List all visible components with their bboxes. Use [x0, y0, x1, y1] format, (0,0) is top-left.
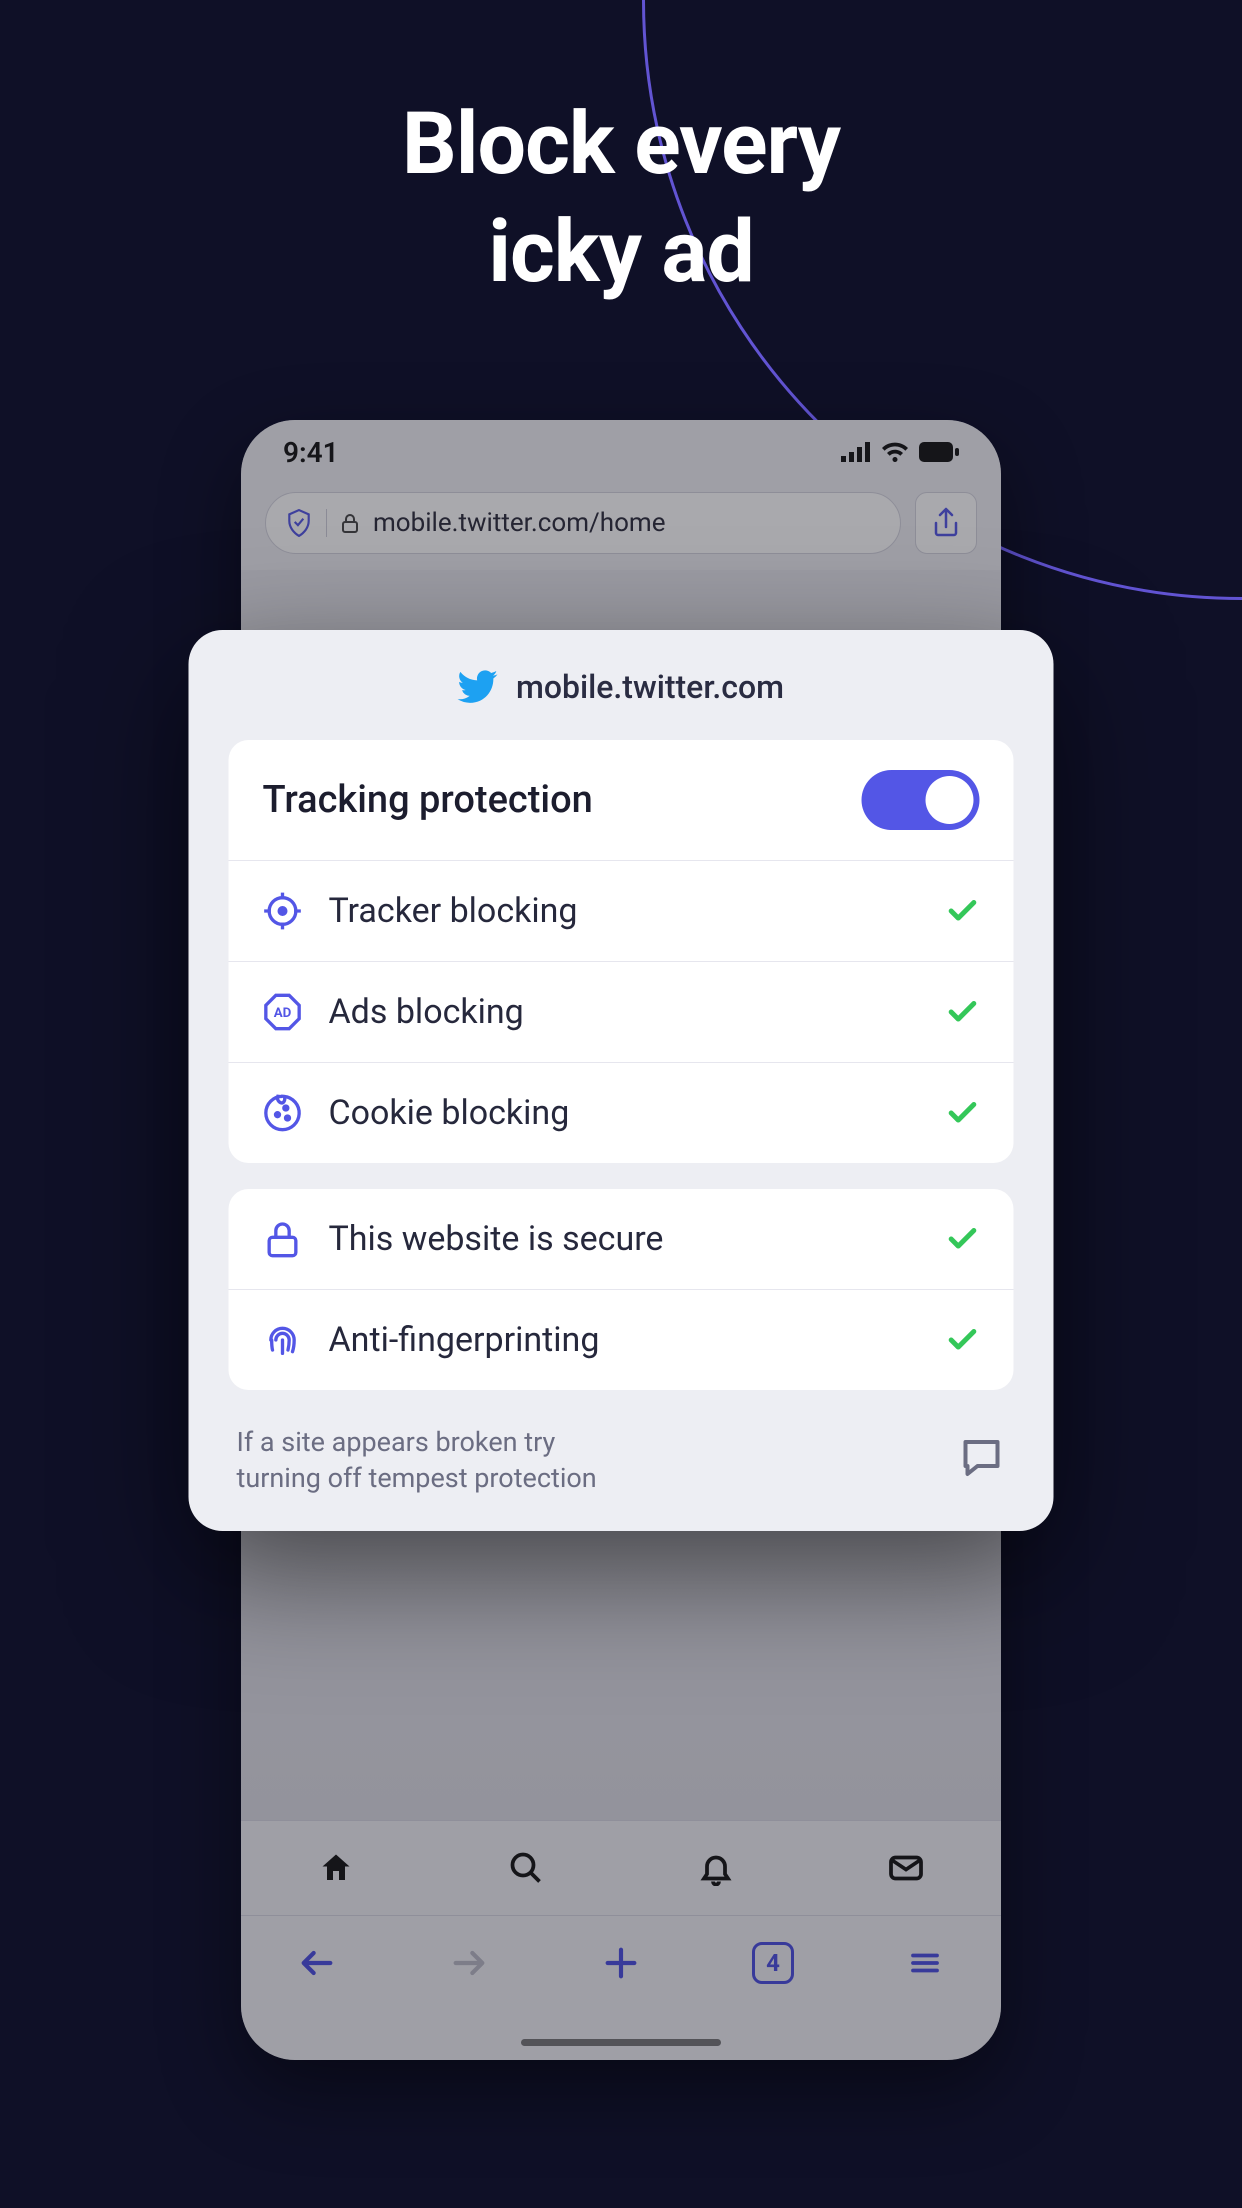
home-tab[interactable]: [312, 1844, 360, 1892]
anti-fingerprinting-label: Anti-fingerprinting: [329, 1320, 920, 1360]
shield-check-icon: [286, 509, 312, 537]
notifications-tab[interactable]: [692, 1844, 740, 1892]
promo-headline: Block every icky ad: [0, 90, 1242, 305]
protection-panel: mobile.twitter.com Tracking protection T…: [189, 630, 1054, 1531]
panel-footer: If a site appears broken try turning off…: [229, 1416, 1014, 1497]
new-tab-button[interactable]: [597, 1939, 645, 1987]
tabs-button[interactable]: 4: [749, 1939, 797, 1987]
check-icon: [946, 1096, 980, 1130]
secure-site-row[interactable]: This website is secure: [229, 1189, 1014, 1289]
ad-icon: AD: [263, 992, 303, 1032]
messages-tab[interactable]: [882, 1844, 930, 1892]
mail-icon: [888, 1850, 924, 1886]
target-icon: [263, 891, 303, 931]
tracking-protection-row: Tracking protection: [229, 740, 1014, 860]
protection-card-1: Tracking protection Tracker blocking AD …: [229, 740, 1014, 1163]
chat-icon: [958, 1434, 1006, 1482]
check-icon: [946, 1323, 980, 1357]
feedback-button[interactable]: [958, 1434, 1006, 1486]
forward-button[interactable]: [445, 1939, 493, 1987]
tracking-protection-toggle[interactable]: [862, 770, 980, 830]
url-text: mobile.twitter.com/home: [373, 508, 666, 538]
arrow-right-icon: [449, 1943, 489, 1983]
cookie-icon: [263, 1093, 303, 1133]
panel-header: mobile.twitter.com: [229, 668, 1014, 706]
status-bar: 9:41: [241, 420, 1001, 484]
panel-site-label: mobile.twitter.com: [516, 668, 784, 706]
plus-icon: [601, 1943, 641, 1983]
cookie-blocking-label: Cookie blocking: [329, 1093, 920, 1133]
hamburger-icon: [907, 1945, 943, 1981]
arrow-left-icon: [297, 1943, 337, 1983]
browser-toolbar: 4: [241, 1915, 1001, 2010]
home-indicator: [521, 2039, 721, 2046]
battery-icon: [919, 442, 959, 462]
tracker-blocking-row[interactable]: Tracker blocking: [229, 860, 1014, 961]
tracker-blocking-label: Tracker blocking: [329, 891, 920, 931]
protection-card-2: This website is secure Anti-fingerprinti…: [229, 1189, 1014, 1390]
tracking-protection-label: Tracking protection: [263, 778, 836, 822]
wifi-icon: [881, 442, 909, 462]
svg-text:AD: AD: [274, 1006, 292, 1021]
check-icon: [946, 894, 980, 928]
bell-icon: [698, 1850, 734, 1886]
anti-fingerprinting-row[interactable]: Anti-fingerprinting: [229, 1289, 1014, 1390]
share-button[interactable]: [915, 492, 977, 554]
cellular-icon: [841, 442, 871, 462]
url-bar-row: mobile.twitter.com/home: [241, 484, 1001, 570]
status-time: 9:41: [283, 436, 339, 469]
lock-small-icon: [341, 513, 359, 533]
footer-note-line-2: turning off tempest protection: [237, 1460, 597, 1496]
tab-count-badge: 4: [752, 1942, 794, 1984]
ads-blocking-row[interactable]: AD Ads blocking: [229, 961, 1014, 1062]
secure-site-label: This website is secure: [329, 1219, 920, 1259]
headline-line-1: Block every: [0, 90, 1242, 198]
home-icon: [318, 1850, 354, 1886]
search-icon: [508, 1850, 544, 1886]
panel-footer-note: If a site appears broken try turning off…: [237, 1424, 597, 1497]
menu-button[interactable]: [901, 1939, 949, 1987]
url-bar[interactable]: mobile.twitter.com/home: [265, 492, 901, 554]
share-icon: [931, 507, 961, 539]
cookie-blocking-row[interactable]: Cookie blocking: [229, 1062, 1014, 1163]
twitter-icon: [458, 670, 498, 704]
check-icon: [946, 995, 980, 1029]
lock-icon: [263, 1219, 303, 1259]
url-divider: [326, 509, 327, 537]
app-tab-bar: [241, 1820, 1001, 1915]
search-tab[interactable]: [502, 1844, 550, 1892]
ads-blocking-label: Ads blocking: [329, 992, 920, 1032]
fingerprint-icon: [263, 1320, 303, 1360]
status-indicators: [841, 442, 959, 462]
check-icon: [946, 1222, 980, 1256]
back-button[interactable]: [293, 1939, 341, 1987]
footer-note-line-1: If a site appears broken try: [237, 1424, 597, 1460]
headline-line-2: icky ad: [0, 198, 1242, 306]
